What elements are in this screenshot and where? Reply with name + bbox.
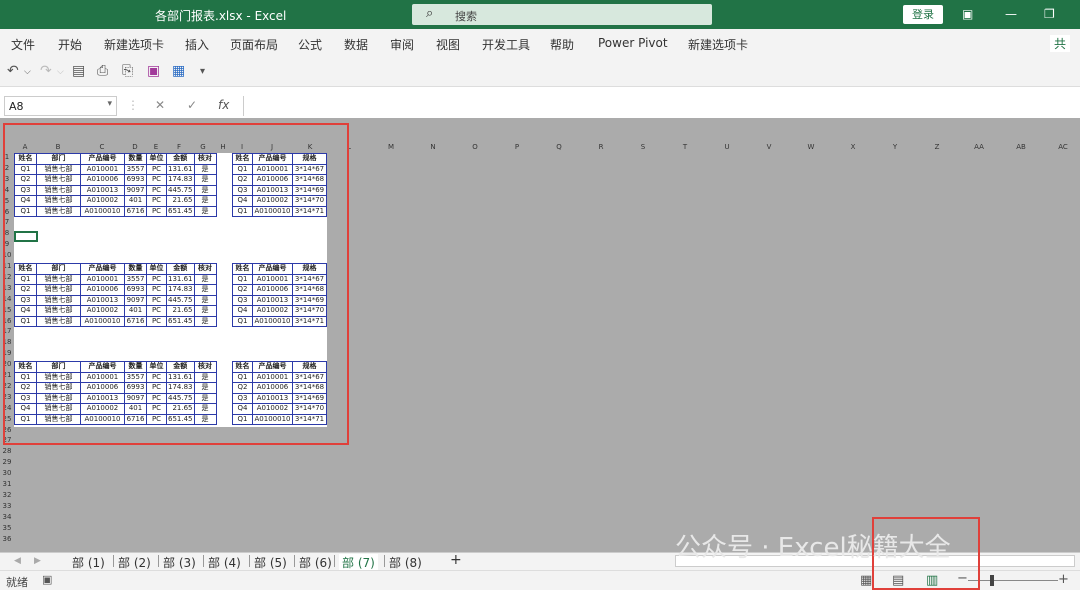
menu-data[interactable]: 数据 <box>344 36 368 53</box>
column-header[interactable]: N <box>412 143 454 151</box>
macro-record-icon[interactable]: ▣ <box>42 573 52 586</box>
formula-input[interactable] <box>243 96 1080 116</box>
sheet-tab[interactable]: 部 (8) <box>389 554 422 571</box>
quick-access-toolbar: ↶ ⌵ ↷ ⌵ ▤ ⎙ ⎘ ▣ ▦ ▾ <box>0 57 1080 87</box>
formula-bar-divider-icon: ⋮ <box>127 98 139 112</box>
undo-icon[interactable]: ↶ <box>7 63 19 79</box>
menu-page-layout[interactable]: 页面布局 <box>230 36 278 53</box>
search-icon: ⌕ <box>426 6 434 21</box>
column-header[interactable]: AB <box>1000 143 1042 151</box>
name-box-value: A8 <box>9 100 24 113</box>
highlight-box-sheet <box>3 123 349 445</box>
tab-separator <box>384 555 385 567</box>
column-header[interactable]: AA <box>958 143 1000 151</box>
row-header[interactable]: 34 <box>0 513 14 521</box>
status-ready: 就绪 <box>6 576 28 589</box>
tab-separator <box>113 555 114 567</box>
ribbon-display-icon[interactable]: ▣ <box>962 7 973 21</box>
restore-icon[interactable]: ❐ <box>1044 7 1055 21</box>
search-box[interactable]: ⌕ 搜索 <box>412 4 712 25</box>
row-header[interactable]: 29 <box>0 458 14 466</box>
watermark: 公众号 · Excel秘籍大全 <box>675 533 951 563</box>
name-box-dropdown-icon[interactable]: ▾ <box>107 99 112 109</box>
search-placeholder: 搜索 <box>455 10 477 23</box>
column-header[interactable]: W <box>790 143 832 151</box>
page-icon[interactable]: ⎘ <box>122 63 133 79</box>
undo-dropdown-icon[interactable]: ⌵ <box>24 67 31 77</box>
menu-insert[interactable]: 插入 <box>185 36 209 53</box>
row-header[interactable]: 30 <box>0 469 14 477</box>
add-sheet-button[interactable]: + <box>450 552 462 568</box>
column-header[interactable]: M <box>370 143 412 151</box>
row-header[interactable]: 36 <box>0 535 14 543</box>
row-header[interactable]: 32 <box>0 491 14 499</box>
zoom-in-icon[interactable]: + <box>1058 572 1069 587</box>
minimize-icon[interactable]: — <box>1005 7 1017 21</box>
column-header[interactable]: S <box>622 143 664 151</box>
scroll-left-icon[interactable]: ◀ <box>14 556 21 566</box>
column-header[interactable]: X <box>832 143 874 151</box>
sheet-tab[interactable]: 部 (6) <box>299 554 332 571</box>
tab-separator <box>158 555 159 567</box>
menu-new-tab-2[interactable]: 新建选项卡 <box>688 36 748 53</box>
column-header[interactable]: T <box>664 143 706 151</box>
title-bar: 各部门报表.xlsx - Excel ⌕ 搜索 登录 ▣ — ❐ <box>0 0 1080 29</box>
row-header[interactable]: 35 <box>0 524 14 532</box>
column-header[interactable]: P <box>496 143 538 151</box>
column-header[interactable]: U <box>706 143 748 151</box>
menu-formulas[interactable]: 公式 <box>298 36 322 53</box>
column-header[interactable]: Q <box>538 143 580 151</box>
sheet-tab[interactable]: 部 (2) <box>118 554 151 571</box>
zoom-slider[interactable] <box>968 580 1058 581</box>
tab-separator <box>249 555 250 567</box>
column-header[interactable]: AC <box>1042 143 1080 151</box>
menu-power-pivot[interactable]: Power Pivot <box>598 36 668 50</box>
fx-icon[interactable]: fx <box>218 98 229 112</box>
sheet-tab[interactable]: 部 (3) <box>163 554 196 571</box>
tab-separator <box>334 555 335 567</box>
normal-view-icon[interactable]: ▦ <box>860 573 872 588</box>
sheet-tab[interactable]: 部 (5) <box>254 554 287 571</box>
share-button[interactable]: 共 <box>1050 35 1071 52</box>
print-preview-icon[interactable]: ⎙ <box>97 63 108 79</box>
redo-icon[interactable]: ↷ <box>40 63 52 79</box>
formula-bar: A8 ▾ ⋮ ✕ ✓ fx <box>0 94 1080 118</box>
cancel-icon[interactable]: ✕ <box>155 98 165 112</box>
column-header[interactable]: O <box>454 143 496 151</box>
tab-separator <box>203 555 204 567</box>
form-icon[interactable]: ▤ <box>72 63 85 79</box>
worksheet-grid[interactable]: A B C D E F G H I J K L M N O P Q R S T U V W X Y Z AA AB AC 1234567… <box>0 118 1080 552</box>
column-header[interactable]: V <box>748 143 790 151</box>
menu-file[interactable]: 文件 <box>11 36 35 53</box>
redo-dropdown-icon[interactable]: ⌵ <box>57 67 64 77</box>
menu-home[interactable]: 开始 <box>58 36 82 53</box>
customize-qat-icon[interactable]: ▾ <box>200 66 205 77</box>
sheet-tab[interactable]: 部 (4) <box>208 554 241 571</box>
name-box[interactable]: A8 ▾ <box>4 96 117 116</box>
tab-separator <box>294 555 295 567</box>
grid-icon[interactable]: ▦ <box>172 63 185 79</box>
sheet-tab[interactable]: 部 (1) <box>72 554 105 571</box>
column-header[interactable]: R <box>580 143 622 151</box>
row-header[interactable]: 33 <box>0 502 14 510</box>
scroll-right-icon[interactable]: ▶ <box>34 556 41 566</box>
menu-help[interactable]: 帮助 <box>550 36 574 53</box>
menu-review[interactable]: 审阅 <box>390 36 414 53</box>
row-header[interactable]: 31 <box>0 480 14 488</box>
ribbon-tabs: 文件 开始 新建选项卡 插入 页面布局 公式 数据 审阅 视图 开发工具 帮助 … <box>0 29 1080 57</box>
window-title: 各部门报表.xlsx - Excel <box>155 9 287 23</box>
enter-icon[interactable]: ✓ <box>187 98 197 112</box>
column-header[interactable]: Z <box>916 143 958 151</box>
save-icon[interactable]: ▣ <box>147 63 160 79</box>
login-button[interactable]: 登录 <box>903 5 943 24</box>
column-header[interactable]: Y <box>874 143 916 151</box>
menu-developer[interactable]: 开发工具 <box>482 36 530 53</box>
menu-view[interactable]: 视图 <box>436 36 460 53</box>
menu-new-tab-1[interactable]: 新建选项卡 <box>104 36 164 53</box>
zoom-slider-thumb[interactable] <box>990 575 994 586</box>
row-header[interactable]: 28 <box>0 447 14 455</box>
